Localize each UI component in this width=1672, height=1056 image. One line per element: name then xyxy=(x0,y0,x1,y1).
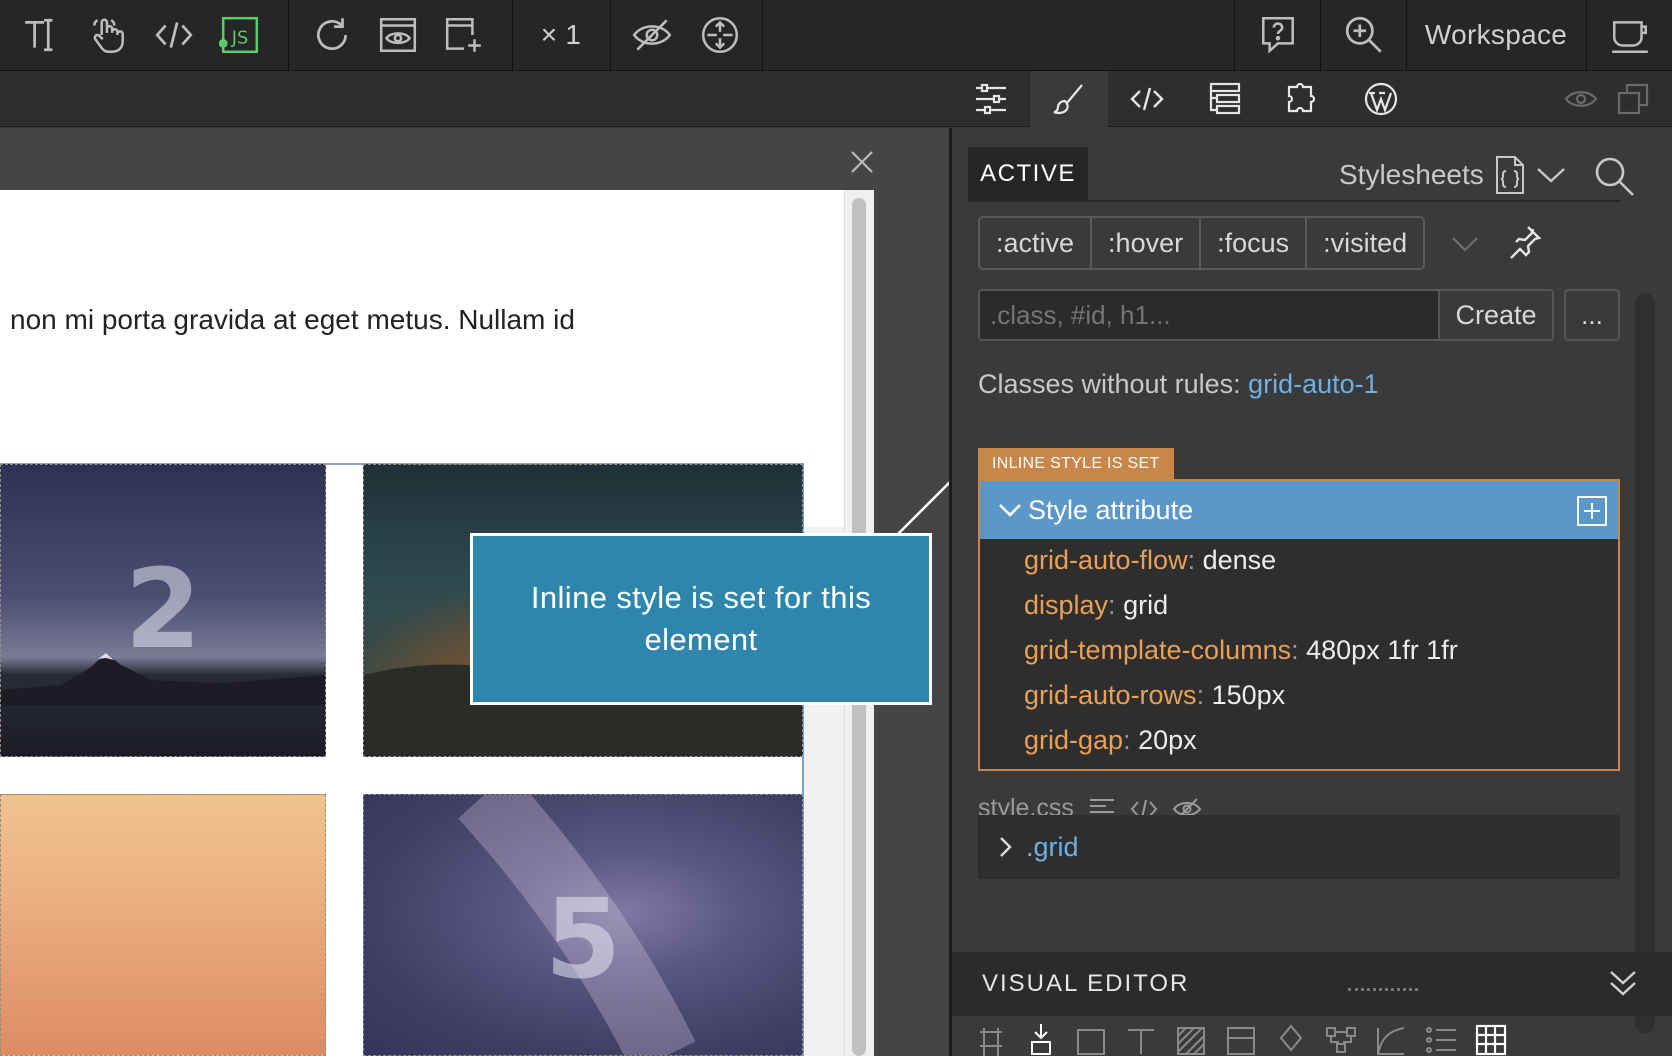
stylesheets-dropdown[interactable]: Stylesheets xyxy=(1339,155,1566,195)
css-property[interactable]: grid-gap: 20px xyxy=(1024,725,1197,756)
settings-sliders-icon[interactable] xyxy=(952,71,1030,127)
add-property-icon[interactable] xyxy=(1576,495,1608,527)
style-attribute-rule: Style attribute grid-auto-flow: dense di… xyxy=(978,479,1620,771)
inline-style-badge: INLINE STYLE IS SET xyxy=(978,448,1174,480)
help-icon[interactable] xyxy=(1246,0,1310,70)
add-page-icon[interactable] xyxy=(436,0,492,70)
borders-icon[interactable] xyxy=(1224,1022,1258,1056)
css-property[interactable]: grid-template-columns: 480px 1fr 1fr xyxy=(1024,635,1458,666)
effects-icon[interactable] xyxy=(1274,1022,1308,1056)
double-chevron-down-icon[interactable] xyxy=(1606,966,1640,1000)
code-editor-icon[interactable] xyxy=(1108,71,1186,127)
typography-icon[interactable] xyxy=(1124,1022,1158,1056)
list-icon[interactable] xyxy=(1424,1022,1458,1056)
pseudo-focus-button[interactable]: :focus xyxy=(1201,218,1308,268)
refresh-icon[interactable] xyxy=(304,0,360,70)
tile-number: 5 xyxy=(544,875,622,1003)
close-icon[interactable] xyxy=(848,148,876,176)
grid-tile[interactable]: 2 xyxy=(0,464,326,757)
visual-editor-label: VISUAL EDITOR xyxy=(982,970,1190,997)
workspace-button[interactable]: Workspace xyxy=(1418,0,1574,70)
visibility-eye-icon[interactable] xyxy=(1556,71,1606,127)
layout-position-icon[interactable] xyxy=(1024,1022,1058,1056)
grid-rule-selector: .grid xyxy=(1026,831,1079,862)
page-paragraph: non mi porta gravida at eget metus. Null… xyxy=(10,304,575,335)
tab-underline xyxy=(968,200,1620,202)
code-view-icon[interactable] xyxy=(146,0,202,70)
grid-rule[interactable]: .grid xyxy=(978,815,1620,879)
text-tool-icon[interactable] xyxy=(18,0,68,70)
javascript-toggle-icon[interactable]: JS xyxy=(212,0,268,70)
grid-tile[interactable] xyxy=(0,794,326,1056)
grid-table-icon[interactable] xyxy=(1474,1022,1508,1056)
search-icon[interactable] xyxy=(1592,154,1636,198)
coffee-cup-icon[interactable] xyxy=(1598,0,1662,70)
pseudo-active-button[interactable]: :active xyxy=(980,218,1093,268)
grid-tile[interactable]: 5 xyxy=(363,794,803,1056)
undock-windows-icon[interactable] xyxy=(1608,71,1658,127)
top-toolbar: JS × 1 Workspace xyxy=(0,0,1672,71)
zoom-multiplier[interactable]: × 1 xyxy=(520,0,602,70)
resize-grip[interactable] xyxy=(1348,988,1418,992)
preview-icon[interactable] xyxy=(370,0,426,70)
pseudo-visited-button[interactable]: :visited xyxy=(1307,218,1423,268)
zoom-in-icon[interactable] xyxy=(1332,0,1396,70)
zoom-multiplier-label: × 1 xyxy=(540,19,582,50)
wordpress-icon[interactable] xyxy=(1342,71,1420,127)
tab-active-label: ACTIVE xyxy=(980,160,1076,187)
chevron-right-icon xyxy=(1000,837,1012,857)
chevron-down-icon xyxy=(1536,165,1566,185)
responsive-icon[interactable] xyxy=(692,0,748,70)
chevron-down-icon xyxy=(999,504,1021,517)
inline-style-callout: Inline style is set for this element xyxy=(470,533,932,705)
visual-editor-header[interactable]: VISUAL EDITOR xyxy=(952,952,1672,1016)
classes-without-rules: Classes without rules: grid-auto-1 xyxy=(978,369,1379,400)
pseudo-class-group: :active :hover :focus :visited xyxy=(978,216,1426,270)
callout-text: Inline style is set for this element xyxy=(530,580,872,657)
stylesheet-file-icon xyxy=(1494,155,1526,195)
transition-curve-icon[interactable] xyxy=(1374,1022,1408,1056)
selector-input[interactable] xyxy=(978,289,1440,341)
css-property[interactable]: grid-auto-flow: dense xyxy=(1024,545,1276,576)
plugins-puzzle-icon[interactable] xyxy=(1264,71,1342,127)
more-options-button[interactable]: ... xyxy=(1564,289,1620,341)
panel-scrollbar[interactable] xyxy=(1635,293,1655,1033)
workspace-label: Workspace xyxy=(1424,19,1568,50)
rule-header[interactable]: Style attribute xyxy=(980,481,1618,539)
flex-layout-icon[interactable] xyxy=(1324,1022,1358,1056)
stylesheets-label: Stylesheets xyxy=(1339,159,1484,190)
visual-editor-toolbar xyxy=(974,1022,1664,1056)
pin-icon[interactable] xyxy=(1506,224,1542,260)
tab-active[interactable]: ACTIVE xyxy=(968,147,1088,201)
interact-hand-icon[interactable] xyxy=(80,0,136,70)
css-property[interactable]: display: grid xyxy=(1024,590,1168,621)
background-icon[interactable] xyxy=(1174,1022,1208,1056)
chevron-down-icon[interactable] xyxy=(1450,232,1480,256)
js-badge-label: JS xyxy=(231,27,249,48)
style-inspector-panel: ACTIVE Stylesheets :active :hover :focus… xyxy=(952,128,1672,1056)
tree-outline-icon[interactable] xyxy=(1186,71,1264,127)
css-property[interactable]: grid-auto-rows: 150px xyxy=(1024,680,1285,711)
hidden-eye-icon[interactable] xyxy=(622,0,682,70)
tile-number: 2 xyxy=(124,545,202,673)
move-position-icon[interactable] xyxy=(974,1022,1008,1056)
classes-prefix: Classes without rules: xyxy=(978,369,1249,399)
rule-title: Style attribute xyxy=(1028,494,1194,525)
style-brush-icon[interactable] xyxy=(1030,71,1108,127)
class-link-grid-auto-1[interactable]: grid-auto-1 xyxy=(1248,369,1379,399)
box-model-icon[interactable] xyxy=(1074,1022,1108,1056)
pseudo-hover-button[interactable]: :hover xyxy=(1092,218,1202,268)
create-button[interactable]: Create xyxy=(1438,289,1554,341)
panel-tabs-bar xyxy=(0,71,1672,127)
